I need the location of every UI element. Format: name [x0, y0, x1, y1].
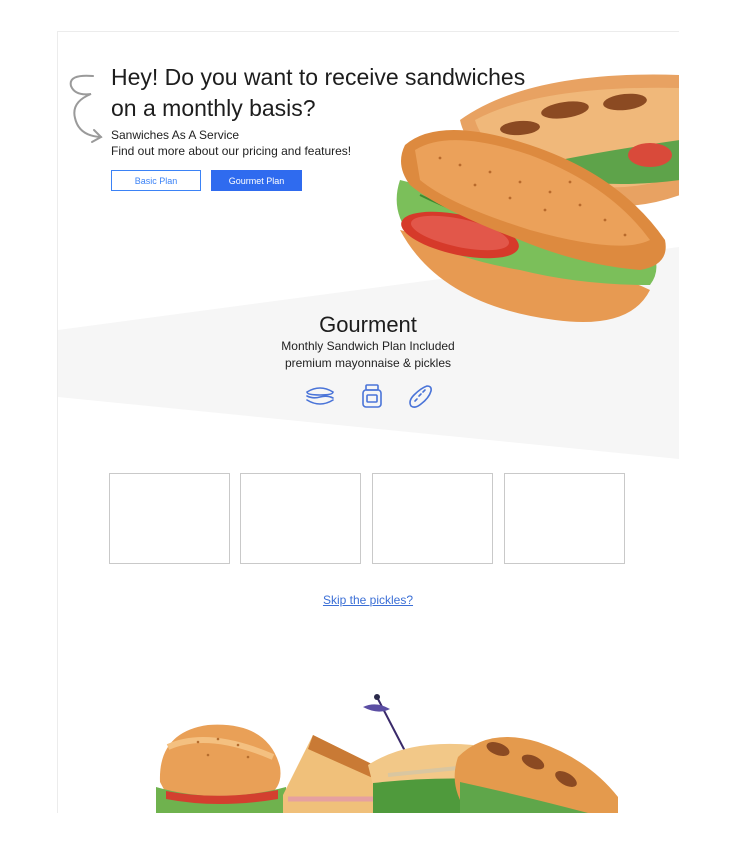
plan-card-1[interactable]: [109, 473, 230, 564]
basic-plan-button[interactable]: Basic Plan: [111, 170, 201, 191]
jar-icon: [362, 384, 382, 408]
page: Hey! Do you want to receive sandwiches o…: [57, 31, 679, 813]
sandwich-icon: [306, 387, 334, 405]
plan-card-2[interactable]: [240, 473, 361, 564]
plan-description-line-1: Monthly Sandwich Plan Included: [281, 339, 455, 353]
hero-subtitle-block: Sanwiches As A Service Find out more abo…: [111, 127, 351, 159]
curly-arrow-icon: [69, 74, 103, 143]
gourmet-plan-button[interactable]: Gourmet Plan: [211, 170, 302, 191]
sandwich-spread-image: [156, 694, 618, 813]
plan-title: Gourment: [319, 312, 417, 337]
hero-subtitle: Sanwiches As A Service: [111, 128, 240, 142]
plan-card-3[interactable]: [372, 473, 493, 564]
hero-description: Find out more about our pricing and feat…: [111, 144, 352, 158]
plan-description: Monthly Sandwich Plan Included premium m…: [218, 338, 518, 372]
pickle-icon: [409, 385, 432, 408]
hero-title: Hey! Do you want to receive sandwiches o…: [111, 64, 526, 121]
plan-card-4[interactable]: [504, 473, 625, 564]
skip-pickles-link[interactable]: Skip the pickles?: [218, 593, 518, 607]
plan-description-line-2: premium mayonnaise & pickles: [284, 356, 452, 370]
